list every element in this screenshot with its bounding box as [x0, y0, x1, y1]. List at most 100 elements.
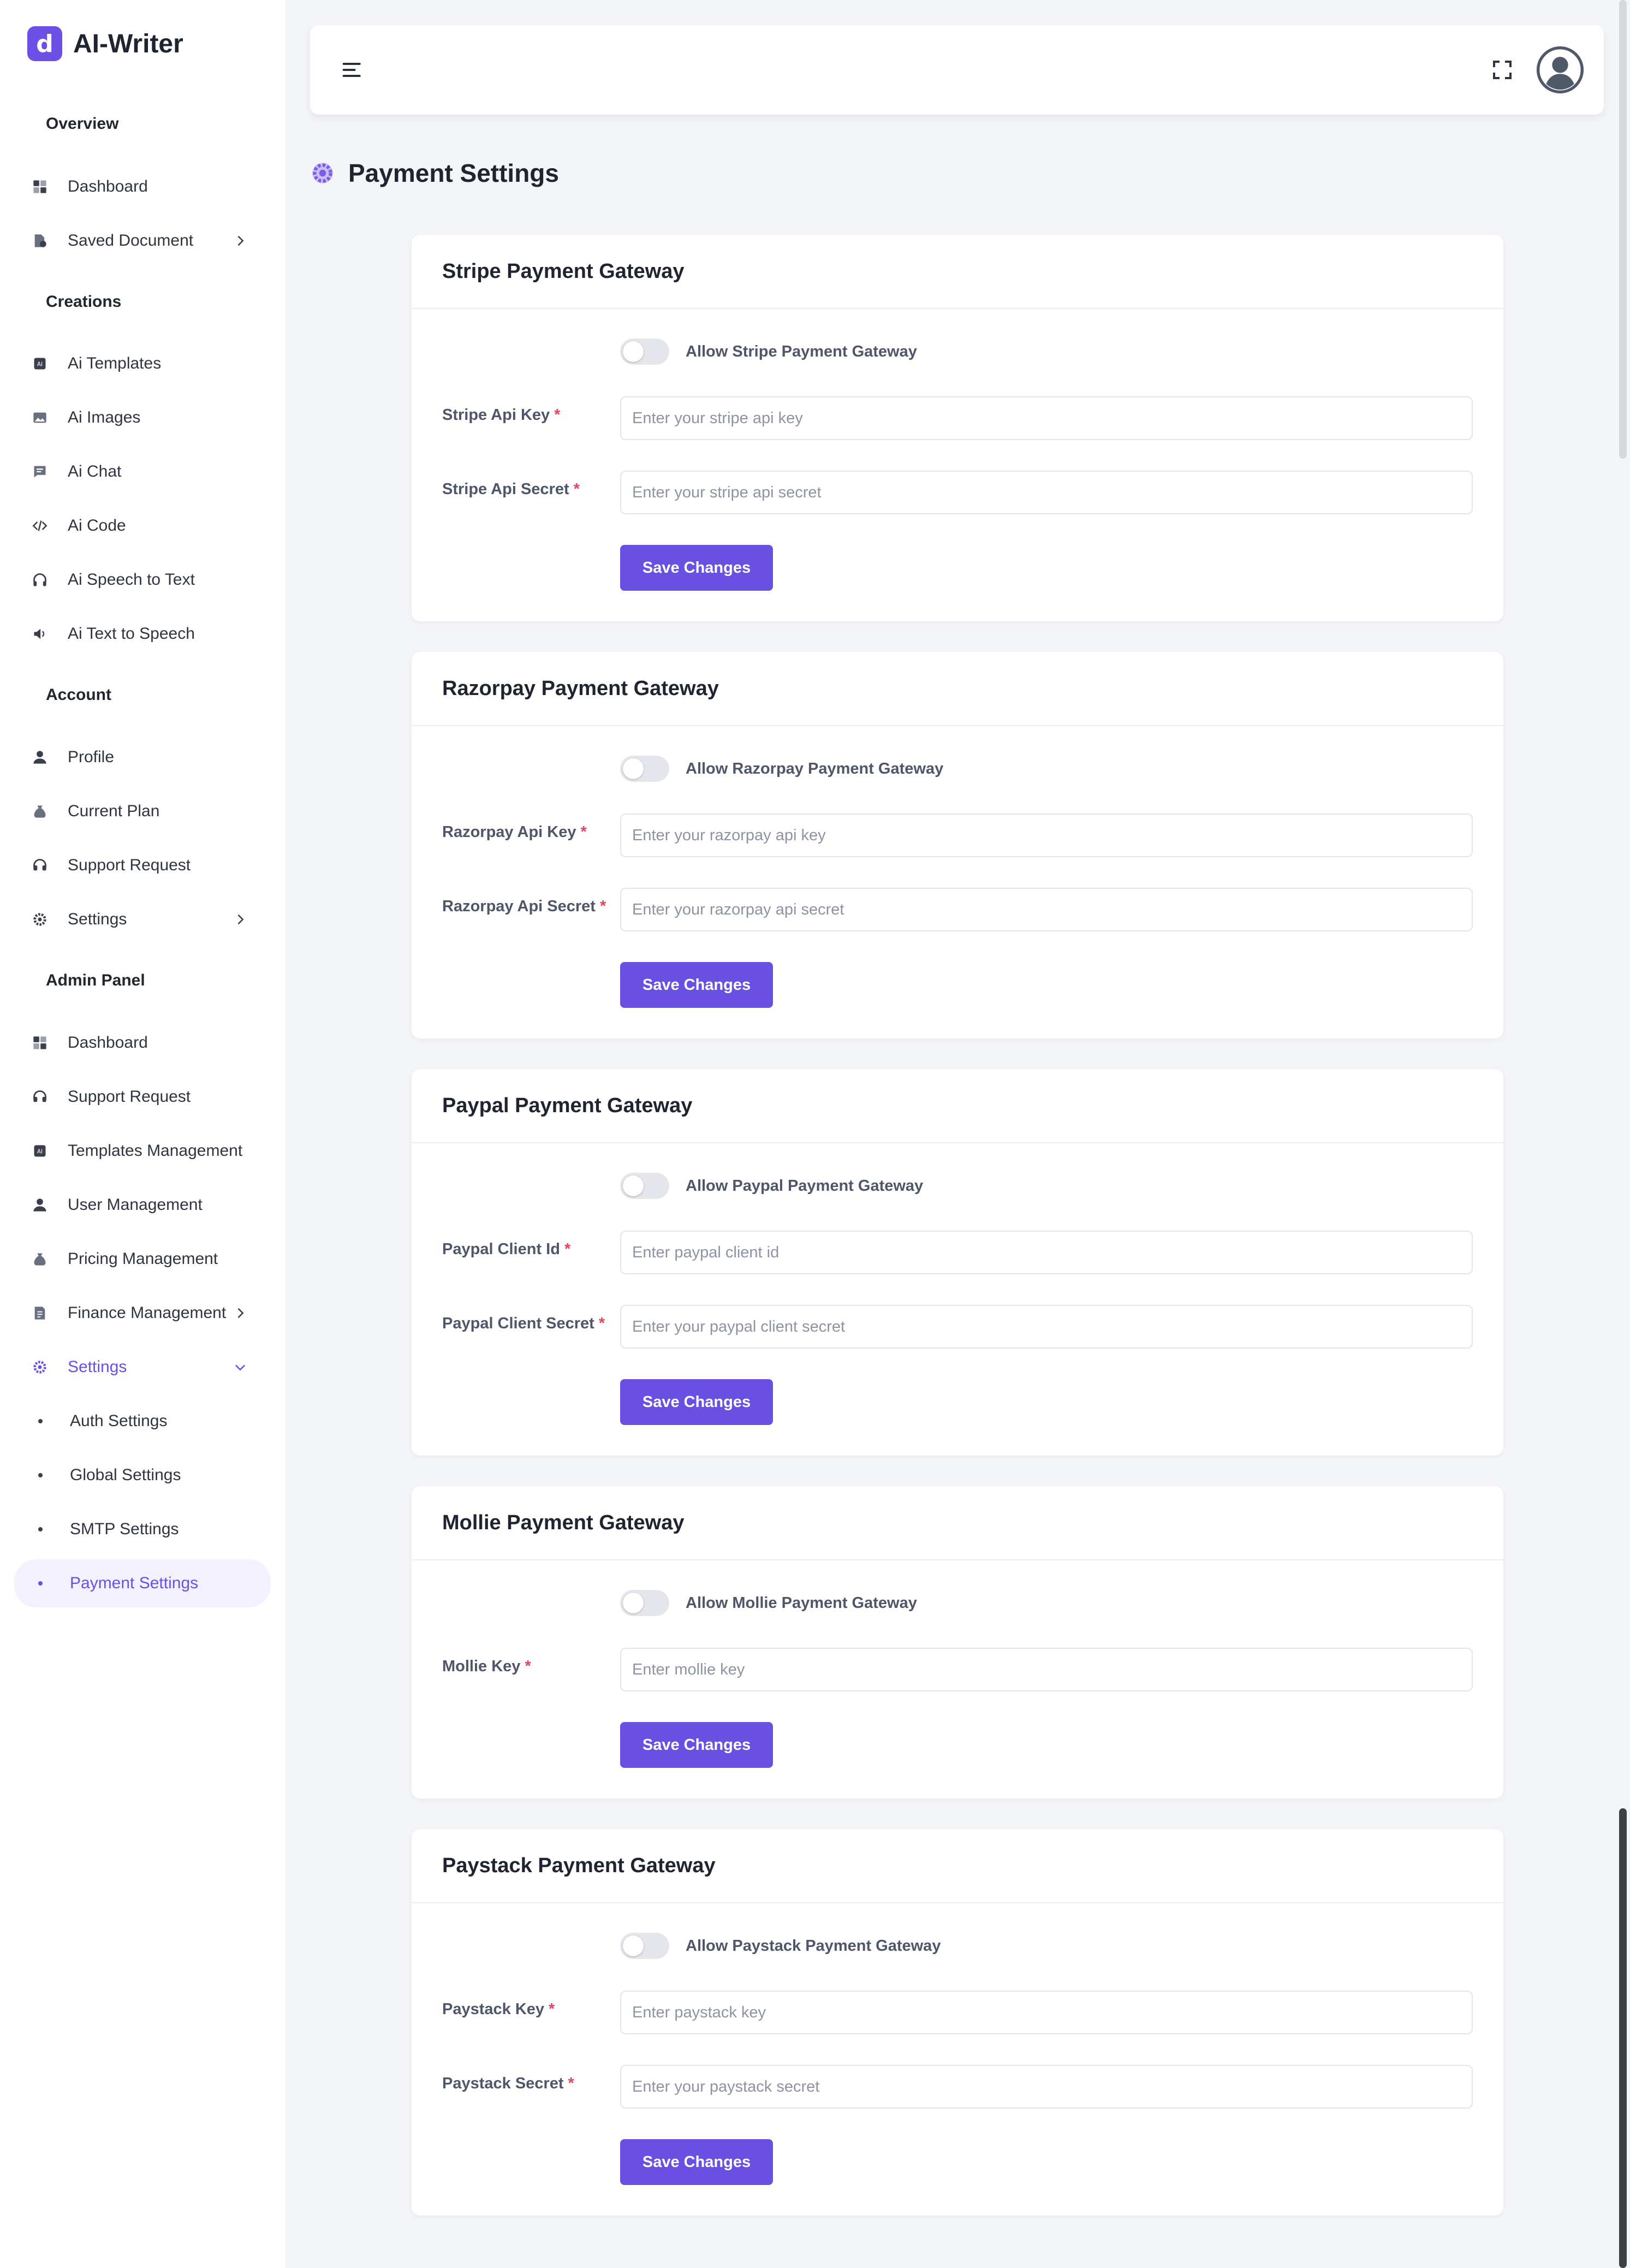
document-icon: [32, 233, 48, 249]
stripe-save-button[interactable]: Save Changes: [620, 545, 773, 591]
paystack-key-input[interactable]: [620, 1991, 1473, 2034]
bullet-icon: [38, 1527, 43, 1531]
sidebar-item-label: SMTP Settings: [70, 1520, 179, 1538]
paypal-save-button[interactable]: Save Changes: [620, 1379, 773, 1425]
gear-icon: [32, 1359, 48, 1375]
page-scrollbar-thumb[interactable]: [1619, 1808, 1627, 2268]
bullet-icon: [38, 1581, 43, 1586]
sidebar-item-label: User Management: [68, 1196, 203, 1214]
sidebar-item-admin-settings[interactable]: Settings: [14, 1345, 271, 1389]
fullscreen-icon[interactable]: [1491, 59, 1513, 81]
mollie-enable-toggle[interactable]: [620, 1590, 669, 1616]
paypal-client-id-label: Paypal Client Id *: [442, 1240, 571, 1258]
paypal-client-secret-label: Paypal Client Secret *: [442, 1315, 605, 1332]
sidebar-item-templates-management[interactable]: AI Templates Management: [14, 1129, 271, 1173]
card-title: Razorpay Payment Gateway: [412, 652, 1503, 726]
sidebar-item-ai-templates[interactable]: AI Ai Templates: [14, 342, 271, 385]
sidebar-subitem-payment-settings[interactable]: Payment Settings: [14, 1559, 271, 1607]
sidebar-item-label: Saved Document: [68, 231, 194, 250]
speaker-icon: [32, 626, 48, 642]
dashboard-icon: [32, 1035, 48, 1051]
stripe-enable-toggle[interactable]: [620, 339, 669, 365]
razorpay-api-secret-input[interactable]: [620, 888, 1473, 931]
section-account: Account: [46, 686, 111, 704]
sidebar-item-label: Ai Code: [68, 516, 126, 535]
headphones-icon: [32, 572, 48, 588]
sidebar-item-ai-images[interactable]: Ai Images: [14, 396, 271, 440]
sidebar-subitem-smtp-settings[interactable]: SMTP Settings: [14, 1507, 271, 1551]
bullet-icon: [38, 1473, 43, 1477]
gear-icon: [32, 911, 48, 928]
sidebar-item-dashboard[interactable]: Dashboard: [14, 165, 271, 209]
sidebar-item-saved-document[interactable]: Saved Document: [14, 219, 271, 263]
sidebar-item-ai-speech-to-text[interactable]: Ai Speech to Text: [14, 558, 271, 602]
sidebar-item-label: Support Request: [68, 856, 191, 874]
chevron-right-icon: [237, 914, 244, 925]
stripe-api-secret-input[interactable]: [620, 471, 1473, 514]
toggle-label: Allow Paystack Payment Gateway: [686, 1937, 941, 1955]
card-title: Paypal Payment Gateway: [412, 1069, 1503, 1143]
mollie-gateway-card: Mollie Payment Gateway Allow Mollie Paym…: [412, 1486, 1503, 1798]
sidebar-item-label: Payment Settings: [70, 1574, 199, 1592]
mollie-key-input[interactable]: [620, 1648, 1473, 1691]
sidebar-item-user-management[interactable]: User Management: [14, 1183, 271, 1227]
sidebar-item-admin-dashboard[interactable]: Dashboard: [14, 1021, 271, 1065]
sidebar-subitem-global-settings[interactable]: Global Settings: [14, 1453, 271, 1497]
paystack-secret-input[interactable]: [620, 2065, 1473, 2109]
sidebar-item-ai-text-to-speech[interactable]: Ai Text to Speech: [14, 612, 271, 656]
bullet-icon: [38, 1419, 43, 1423]
sidebar-item-admin-support-request[interactable]: Support Request: [14, 1075, 271, 1119]
stripe-api-key-input[interactable]: [620, 396, 1473, 440]
paystack-gateway-card: Paystack Payment Gateway Allow Paystack …: [412, 1829, 1503, 2216]
section-admin-panel: Admin Panel: [46, 971, 145, 989]
support-icon: [32, 857, 48, 874]
paypal-enable-toggle[interactable]: [620, 1173, 669, 1199]
invoice-icon: [32, 1305, 48, 1321]
razorpay-api-key-input[interactable]: [620, 814, 1473, 857]
razorpay-toggle-row: Allow Razorpay Payment Gateway: [620, 756, 943, 782]
ai-template-icon: AI: [32, 1143, 48, 1159]
menu-icon[interactable]: [341, 58, 365, 82]
paypal-client-id-input[interactable]: [620, 1231, 1473, 1274]
mollie-toggle-row: Allow Mollie Payment Gateway: [620, 1590, 917, 1616]
user-avatar[interactable]: [1536, 46, 1584, 94]
app-name: AI-Writer: [73, 29, 183, 58]
sidebar-item-current-plan[interactable]: Current Plan: [14, 789, 271, 833]
toggle-label: Allow Razorpay Payment Gateway: [686, 759, 944, 777]
sidebar-item-ai-code[interactable]: Ai Code: [14, 504, 271, 548]
sidebar-subitem-auth-settings[interactable]: Auth Settings: [14, 1399, 271, 1443]
card-title: Paystack Payment Gateway: [412, 1829, 1503, 1903]
mollie-save-button[interactable]: Save Changes: [620, 1722, 773, 1768]
sidebar-item-pricing-management[interactable]: Pricing Management: [14, 1237, 271, 1281]
razorpay-save-button[interactable]: Save Changes: [620, 962, 773, 1008]
sidebar-item-label: Auth Settings: [70, 1412, 168, 1430]
toggle-label: Allow Stripe Payment Gateway: [686, 342, 917, 360]
image-icon: [32, 409, 48, 426]
page-heading: Payment Settings: [309, 158, 559, 188]
card-title: Stripe Payment Gateway: [412, 235, 1503, 309]
sidebar-item-profile[interactable]: Profile: [14, 735, 271, 779]
section-overview: Overview: [46, 115, 119, 133]
paystack-secret-label: Paystack Secret *: [442, 2075, 574, 2092]
sidebar-item-label: Finance Management: [68, 1304, 227, 1322]
sidebar-item-settings[interactable]: Settings: [14, 898, 271, 941]
sidebar-item-label: Global Settings: [70, 1466, 181, 1484]
paypal-toggle-row: Allow Paypal Payment Gateway: [620, 1173, 923, 1199]
sidebar-item-finance-management[interactable]: Finance Management: [14, 1291, 271, 1335]
brand[interactable]: d AI-Writer: [27, 26, 183, 61]
paystack-toggle-row: Allow Paystack Payment Gateway: [620, 1933, 941, 1959]
sidebar-item-label: Ai Speech to Text: [68, 571, 195, 589]
paypal-client-secret-input[interactable]: [620, 1305, 1473, 1349]
sidebar-item-support-request[interactable]: Support Request: [14, 844, 271, 887]
toggle-label: Allow Paypal Payment Gateway: [686, 1177, 924, 1195]
sidebar-item-label: Ai Images: [68, 408, 141, 426]
money-bag-icon: [32, 1251, 48, 1267]
sidebar-scrollbar-thumb[interactable]: [1619, 0, 1627, 459]
sidebar-item-label: Dashboard: [68, 177, 148, 195]
razorpay-enable-toggle[interactable]: [620, 756, 669, 782]
paystack-save-button[interactable]: Save Changes: [620, 2139, 773, 2185]
sidebar-item-ai-chat[interactable]: Ai Chat: [14, 450, 271, 494]
money-bag-icon: [32, 803, 48, 820]
sidebar-item-label: Ai Templates: [68, 354, 162, 372]
paystack-enable-toggle[interactable]: [620, 1933, 669, 1959]
